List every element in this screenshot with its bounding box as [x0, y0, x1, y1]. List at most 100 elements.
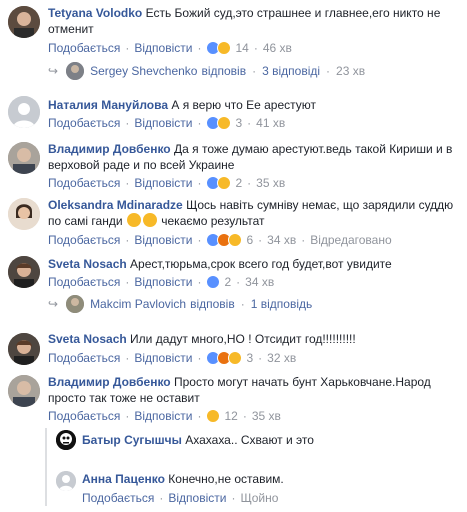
comment-author[interactable]: Владимир Довбенко: [48, 142, 171, 156]
avatar[interactable]: [8, 6, 40, 38]
avatar: [66, 295, 85, 313]
avatar[interactable]: [8, 375, 40, 407]
reply-text: Конечно,не оставим.: [168, 472, 284, 486]
avatar[interactable]: [8, 96, 40, 128]
reactions-count: 12: [224, 409, 238, 423]
reply-author[interactable]: Makcim Pavlovich: [90, 295, 186, 313]
reactions[interactable]: 2: [206, 274, 231, 290]
reply-button[interactable]: Відповісти: [134, 232, 192, 248]
comment-text: А я верю что Ее арестуют: [171, 98, 316, 112]
comment-time[interactable]: 46 хв: [263, 40, 292, 56]
edited-label[interactable]: Відредаговано: [310, 232, 391, 248]
reply-author[interactable]: Sergey Shevchenko: [90, 62, 197, 80]
reply-button[interactable]: Відповісти: [134, 274, 192, 290]
avatar: [66, 62, 85, 80]
comment-author[interactable]: Sveta Nosach: [48, 332, 127, 346]
avatar[interactable]: [56, 430, 76, 450]
like-reaction-icon: [206, 275, 221, 289]
reactions-count: 6: [246, 233, 254, 247]
avatar[interactable]: [8, 256, 40, 288]
separator: ·: [197, 351, 202, 365]
like-button[interactable]: Подобається: [48, 115, 120, 131]
reply-time: 23 хв: [336, 64, 366, 78]
avatar[interactable]: [56, 471, 76, 491]
avatar[interactable]: [8, 333, 40, 365]
like-button[interactable]: Подобається: [48, 408, 120, 424]
comment-author[interactable]: Наталия Мануйлова: [48, 98, 168, 112]
reactions-count: 3: [235, 116, 243, 130]
comment-text: Или дадут много,НО ! Отсидит год!!!!!!!!…: [130, 332, 356, 346]
reactions[interactable]: 3: [206, 350, 253, 366]
haha-reaction-icon: [217, 116, 232, 130]
avatar[interactable]: [8, 198, 40, 230]
reply-arrow-icon: ↪: [48, 297, 59, 311]
comment-author[interactable]: Владимир Довбенко: [48, 375, 171, 389]
separator: ·: [231, 491, 236, 505]
comment-time[interactable]: Щойно: [240, 490, 278, 506]
reply-author[interactable]: Анна Паценко: [82, 472, 165, 486]
reply-verb: відповів: [201, 64, 247, 78]
separator: ·: [236, 275, 241, 289]
separator: ·: [125, 41, 130, 55]
separator: ·: [125, 176, 130, 190]
reply-verb: відповів: [190, 297, 235, 311]
separator: ·: [125, 351, 130, 365]
separator: ·: [197, 233, 202, 247]
laugh-emoji-icon: [142, 213, 157, 227]
like-button[interactable]: Подобається: [48, 232, 120, 248]
reactions-count: 2: [235, 176, 243, 190]
separator: ·: [125, 116, 130, 130]
reply-button[interactable]: Відповісти: [134, 350, 192, 366]
comment-time[interactable]: 34 хв: [267, 232, 296, 248]
comment-author[interactable]: Tetyana Volodko: [48, 6, 142, 20]
replies-summary[interactable]: ↪ Makcim Pavlovich відповів · 1 відповід…: [48, 295, 312, 313]
like-button[interactable]: Подобається: [82, 490, 154, 506]
replies-count[interactable]: 1 відповідь: [251, 295, 313, 313]
like-button[interactable]: Подобається: [48, 350, 120, 366]
reply-author[interactable]: Батыр Сугышчы: [82, 433, 182, 447]
separator: ·: [197, 41, 202, 55]
comment-time[interactable]: 35 хв: [252, 408, 281, 424]
comment-time[interactable]: 41 хв: [256, 115, 285, 131]
reactions[interactable]: 14: [206, 40, 249, 56]
reactions[interactable]: 2: [206, 175, 242, 191]
comment-author[interactable]: Sveta Nosach: [48, 257, 127, 271]
reactions[interactable]: 6: [206, 232, 253, 248]
reply-arrow-icon: ↪: [48, 64, 59, 78]
separator: ·: [197, 275, 202, 289]
reply-button[interactable]: Відповісти: [134, 408, 192, 424]
separator: ·: [125, 275, 130, 289]
comment-time[interactable]: 32 хв: [267, 350, 296, 366]
comment-author[interactable]: Oleksandra Mdinaradze: [48, 198, 183, 212]
separator: ·: [125, 409, 130, 423]
reactions[interactable]: 3: [206, 115, 242, 131]
comment-text: Арест,тюрьма,срок всего год будет,вот ув…: [130, 257, 392, 271]
like-button[interactable]: Подобається: [48, 40, 120, 56]
reply-button[interactable]: Відповісти: [134, 115, 192, 131]
reply-button[interactable]: Відповісти: [134, 175, 192, 191]
reply-button[interactable]: Відповісти: [168, 490, 226, 506]
separator: ·: [197, 176, 202, 190]
reply-button[interactable]: Відповісти: [134, 40, 192, 56]
comment-time[interactable]: 35 хв: [256, 175, 285, 191]
reply-text: Ахахаха.. Схвают и это: [185, 433, 314, 447]
like-button[interactable]: Подобається: [48, 274, 120, 290]
replies-count[interactable]: 3 відповіді: [262, 62, 320, 80]
replies-summary[interactable]: ↪ Sergey Shevchenko відповів · 3 відпові…: [48, 62, 365, 80]
separator: ·: [301, 233, 306, 247]
haha-reaction-icon: [228, 233, 243, 247]
separator: ·: [258, 233, 263, 247]
haha-reaction-icon: [217, 41, 232, 55]
comment-text: чекаємо результат: [161, 214, 265, 228]
comment-time[interactable]: 34 хв: [245, 274, 274, 290]
sad-reaction-icon: [217, 176, 232, 190]
separator: ·: [253, 41, 258, 55]
reactions[interactable]: 12: [206, 408, 238, 424]
avatar[interactable]: [8, 142, 40, 174]
separator: ·: [159, 491, 164, 505]
separator: ·: [247, 176, 252, 190]
separator: ·: [197, 409, 202, 423]
haha-reaction-icon: [228, 351, 243, 365]
separator: ·: [240, 297, 245, 311]
like-button[interactable]: Подобається: [48, 175, 120, 191]
